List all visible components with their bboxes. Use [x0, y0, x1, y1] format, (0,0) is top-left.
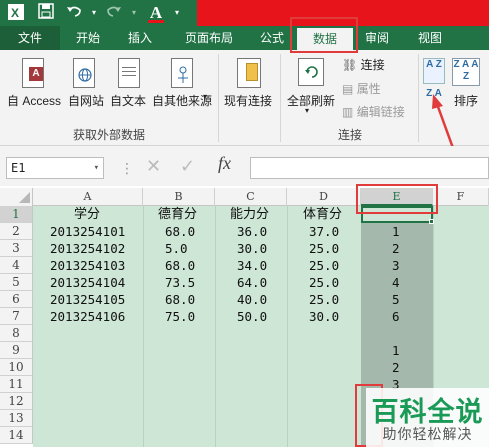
row-header[interactable]: 6: [0, 291, 33, 308]
chevron-down-icon[interactable]: ▾: [94, 158, 99, 178]
cell-e4[interactable]: 3: [392, 257, 400, 274]
row-header[interactable]: 11: [0, 376, 33, 393]
cell-d6[interactable]: 25.0: [309, 291, 339, 308]
cell-b7[interactable]: 75.0: [165, 308, 195, 325]
row-header[interactable]: 8: [0, 325, 33, 342]
cell-d1[interactable]: 体育分: [303, 206, 342, 223]
row-header[interactable]: 5: [0, 274, 33, 291]
cell-c4[interactable]: 34.0: [237, 257, 267, 274]
cancel-icon[interactable]: ✕: [146, 156, 161, 177]
row-header[interactable]: 13: [0, 410, 33, 427]
name-box-value: E1: [11, 161, 26, 175]
cell-a2[interactable]: 2013254101: [50, 223, 125, 240]
row-header[interactable]: 2: [0, 223, 33, 240]
highlight-data-tab: [290, 17, 358, 53]
cell-e2[interactable]: 1: [392, 223, 400, 240]
watermark-subtitle: 助你轻松解决: [382, 426, 473, 442]
cell-e6[interactable]: 5: [392, 291, 400, 308]
gridline: [143, 206, 144, 447]
cell-b2[interactable]: 68.0: [165, 223, 195, 240]
fill-handle[interactable]: [429, 219, 434, 224]
row-header[interactable]: 4: [0, 257, 33, 274]
cell-c2[interactable]: 36.0: [237, 223, 267, 240]
row-header[interactable]: 10: [0, 359, 33, 376]
gridline: [287, 206, 288, 447]
row-header[interactable]: 14: [0, 427, 33, 444]
name-box[interactable]: E1 ▾: [6, 157, 104, 179]
cell-a1[interactable]: 学分: [74, 206, 100, 223]
cell-d4[interactable]: 25.0: [309, 257, 339, 274]
cell-a5[interactable]: 2013254104: [50, 274, 125, 291]
cell-a3[interactable]: 2013254102: [50, 240, 125, 257]
row-header[interactable]: 3: [0, 240, 33, 257]
cell-e9[interactable]: 1: [392, 342, 400, 359]
cell-d7[interactable]: 30.0: [309, 308, 339, 325]
gridline: [215, 206, 216, 447]
more-icon: ⋮: [120, 160, 134, 176]
cell-c7[interactable]: 50.0: [237, 308, 267, 325]
cell-b1[interactable]: 德育分: [158, 206, 197, 223]
row-header[interactable]: 12: [0, 393, 33, 410]
cell-c3[interactable]: 30.0: [237, 240, 267, 257]
column-header-f[interactable]: F: [433, 188, 489, 206]
column-header-b[interactable]: B: [143, 188, 215, 206]
enter-icon[interactable]: ✓: [180, 156, 195, 177]
cell-b6[interactable]: 68.0: [165, 291, 195, 308]
cell-d2[interactable]: 37.0: [309, 223, 339, 240]
select-all-corner[interactable]: [0, 188, 33, 206]
column-header-d[interactable]: D: [287, 188, 361, 206]
cell-d5[interactable]: 25.0: [309, 274, 339, 291]
row-header[interactable]: 9: [0, 342, 33, 359]
cell-e3[interactable]: 2: [392, 240, 400, 257]
row-header[interactable]: 1: [0, 206, 33, 223]
cell-a6[interactable]: 2013254105: [50, 291, 125, 308]
row-header[interactable]: 7: [0, 308, 33, 325]
column-header-c[interactable]: C: [215, 188, 287, 206]
watermark: 百科全说 助你轻松解决: [366, 388, 489, 447]
cell-c1[interactable]: 能力分: [230, 206, 269, 223]
cell-b3[interactable]: 5.0: [165, 240, 188, 257]
cell-a4[interactable]: 2013254103: [50, 257, 125, 274]
cell-d3[interactable]: 25.0: [309, 240, 339, 257]
cell-c6[interactable]: 40.0: [237, 291, 267, 308]
cell-e10[interactable]: 2: [392, 359, 400, 376]
cell-e5[interactable]: 4: [392, 274, 400, 291]
cell-a7[interactable]: 2013254106: [50, 308, 125, 325]
formula-input[interactable]: [250, 157, 489, 179]
cell-e7[interactable]: 6: [392, 308, 400, 325]
insert-function-icon[interactable]: fx: [218, 153, 231, 174]
highlight-column-e: [356, 184, 438, 214]
column-header-a[interactable]: A: [33, 188, 143, 206]
cell-b5[interactable]: 73.5: [165, 274, 195, 291]
cell-c5[interactable]: 64.0: [237, 274, 267, 291]
cell-b4[interactable]: 68.0: [165, 257, 195, 274]
